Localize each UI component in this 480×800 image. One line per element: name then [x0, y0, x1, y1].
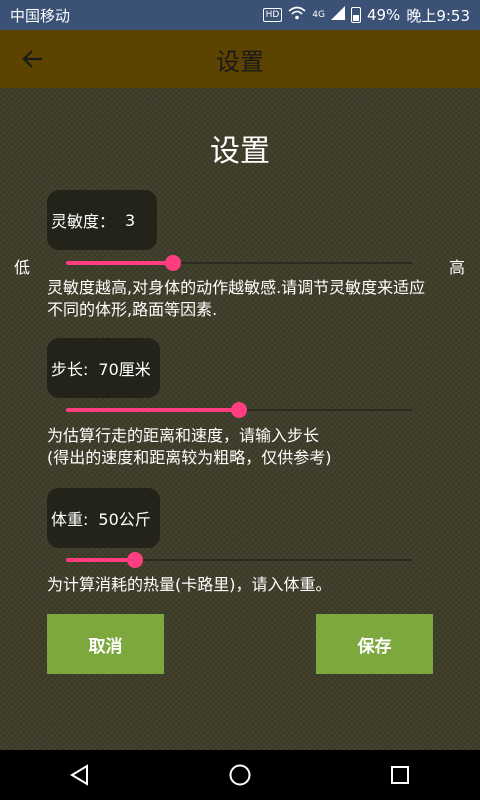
sensitivity-label-box: 灵敏度： 3: [47, 190, 157, 250]
sensitivity-value: 3: [125, 210, 136, 230]
weight-value: 50公斤: [98, 510, 151, 529]
step-value: 70厘米: [98, 360, 151, 379]
weight-slider[interactable]: [66, 548, 412, 572]
arrow-left-icon: [22, 50, 42, 68]
sensitivity-high-label: 高: [449, 258, 466, 277]
status-bar: 中国移动 HD 4G 49% 晚上9:53: [0, 0, 480, 30]
weight-label-box: 体重: 50公斤: [47, 488, 160, 548]
step-description: 为估算行走的距离和速度，请输入步长 (得出的速度和距离较为粗略，仅供参考): [47, 425, 447, 469]
page-title: 设置: [210, 134, 270, 169]
slider-thumb[interactable]: [127, 552, 144, 568]
system-nav-bar: [0, 750, 480, 800]
sensitivity-description: 灵敏度越高,对身体的动作越敏感.请调节灵敏度来适应不同的体形,路面等因素.: [47, 278, 426, 319]
weight-description: 为计算消耗的热量(卡路里)，请入体重。: [47, 575, 332, 594]
slider-fill: [66, 408, 239, 412]
hd-voice-icon: HD: [262, 8, 283, 22]
cancel-button[interactable]: 取消: [47, 614, 164, 674]
app-bar: 设置: [0, 30, 480, 88]
triangle-back-icon: [70, 764, 88, 786]
nav-home-button[interactable]: [220, 755, 260, 795]
slider-fill: [66, 558, 136, 562]
sensitivity-label: 灵敏度：: [51, 212, 116, 231]
square-recents-icon: [391, 766, 409, 784]
wifi-icon: [288, 6, 306, 24]
network-type-label: 4G: [312, 10, 325, 20]
save-button[interactable]: 保存: [316, 614, 433, 674]
step-label-box: 步长: 70厘米: [47, 338, 160, 398]
circle-home-icon: [229, 764, 251, 786]
clock: 晚上9:53: [406, 6, 470, 25]
carrier-name: 中国移动: [10, 6, 71, 25]
step-description-line-1: 为估算行走的距离和速度，请输入步长: [47, 426, 320, 445]
signal-strength-icon: [330, 6, 345, 24]
weight-label: 体重:: [51, 510, 89, 529]
slider-thumb[interactable]: [231, 402, 247, 418]
slider-thumb[interactable]: [165, 255, 182, 271]
step-description-line-2: (得出的速度和距离较为粗略，仅供参考): [47, 448, 332, 467]
slider-fill: [66, 261, 174, 265]
battery-icon: [350, 7, 361, 23]
back-button[interactable]: [18, 44, 48, 74]
sensitivity-slider[interactable]: [66, 251, 412, 275]
app-bar-title: 设置: [216, 47, 264, 76]
step-slider[interactable]: [66, 398, 412, 422]
step-label: 步长:: [51, 360, 89, 379]
nav-recents-button[interactable]: [380, 755, 420, 795]
status-icons: HD 4G 49% 晚上9:53: [262, 5, 470, 26]
sensitivity-low-label: 低: [14, 258, 31, 277]
nav-back-button[interactable]: [60, 755, 100, 795]
settings-panel: 设置 灵敏度： 3 低 高 灵敏度越高,对身体的动作越敏感.请调节灵敏度来适应不…: [0, 88, 480, 750]
battery-percent: 49%: [366, 6, 401, 24]
